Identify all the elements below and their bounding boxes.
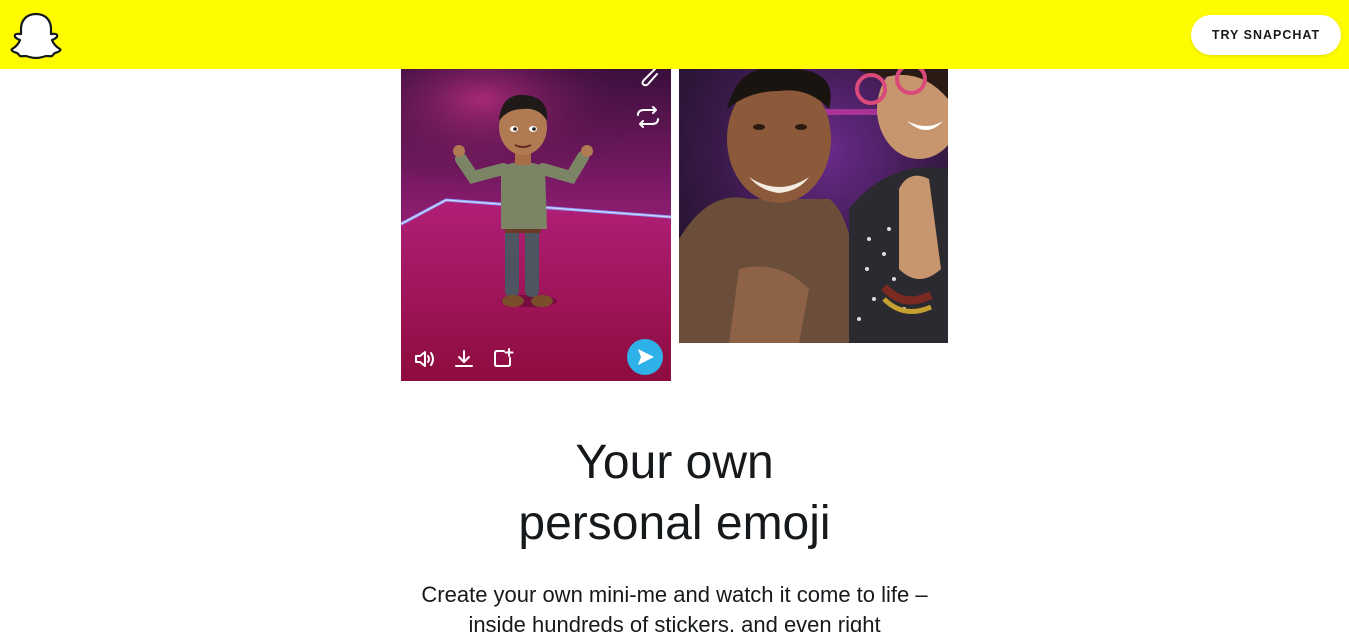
download-icon[interactable]: [453, 348, 475, 375]
headline-line-2: personal emoji: [518, 497, 831, 550]
section-headline: Your own personal emoji: [400, 432, 949, 554]
headline-line-1: Your own: [575, 436, 774, 489]
bitmoji-scene-image: [401, 69, 671, 381]
snapchat-ghost-icon[interactable]: [10, 11, 62, 60]
send-arrow-icon[interactable]: [627, 339, 663, 380]
friends-photo-image: [679, 69, 948, 343]
loop-icon[interactable]: [634, 105, 662, 134]
bitmoji-phone-preview: [401, 69, 671, 381]
friends-photo: [679, 69, 948, 343]
top-nav-bar: TRY SNAPCHAT: [0, 0, 1349, 69]
volume-icon[interactable]: [413, 348, 437, 375]
add-to-story-icon[interactable]: [492, 347, 514, 374]
try-snapchat-button[interactable]: TRY SNAPCHAT: [1191, 15, 1341, 55]
section-body-text: Create your own mini-me and watch it com…: [421, 582, 928, 632]
attachment-icon[interactable]: [637, 69, 661, 92]
